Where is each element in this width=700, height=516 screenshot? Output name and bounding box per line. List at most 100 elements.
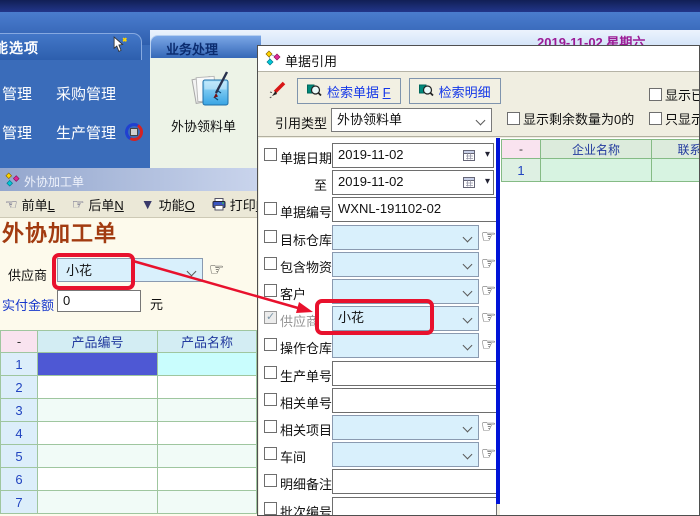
- field-input-doc-no[interactable]: WXNL-191102-02: [332, 197, 497, 222]
- checkbox-batch-no[interactable]: [264, 502, 277, 515]
- checkbox-show-zero[interactable]: 显示剩余数量为0的: [507, 109, 634, 128]
- currency-unit-label: 元: [150, 294, 163, 313]
- checkbox-related-project[interactable]: [264, 420, 277, 433]
- toolbar-item-label: 后单N: [88, 195, 123, 214]
- field-date-to-date[interactable]: 2019-11-02▾: [332, 170, 494, 195]
- field-select-include-material[interactable]: [332, 252, 479, 277]
- red-pen-icon[interactable]: [268, 79, 288, 104]
- field-select-related-project[interactable]: [332, 415, 479, 440]
- cell-product-code[interactable]: [38, 353, 158, 376]
- cell-product-name[interactable]: [158, 399, 257, 422]
- chevron-down-icon: [463, 341, 473, 351]
- tab-business-processing[interactable]: 业务处理: [150, 35, 261, 59]
- search-detail-button[interactable]: 检索明细: [409, 78, 501, 104]
- next-order-button[interactable]: ☞后单N: [72, 195, 124, 214]
- paid-amount-input[interactable]: 0: [57, 290, 141, 312]
- hand-picker-icon[interactable]: ☞: [481, 418, 496, 435]
- field-input-detail-note[interactable]: [332, 469, 497, 494]
- field-input-prod-order-no[interactable]: [332, 361, 497, 386]
- cell-product-code[interactable]: [38, 445, 158, 468]
- hand-picker-icon[interactable]: ☞: [481, 228, 496, 245]
- result-cell[interactable]: [541, 159, 652, 182]
- checkbox-related-no[interactable]: [264, 393, 277, 406]
- field-date-doc-date[interactable]: 2019-11-02▾: [332, 143, 494, 168]
- cell-product-name[interactable]: [158, 468, 257, 491]
- field-input-related-no[interactable]: [332, 388, 497, 413]
- menu-item-1-1[interactable]: 生产管理: [56, 122, 116, 143]
- checkbox-show-used[interactable]: 显示已: [649, 85, 700, 104]
- menu-item-0-1[interactable]: 采购管理: [56, 83, 116, 104]
- result-row-number[interactable]: 1: [501, 159, 541, 182]
- cell-product-name[interactable]: [158, 422, 257, 445]
- field-select-customer[interactable]: [332, 279, 479, 304]
- row-number[interactable]: 1: [0, 353, 38, 376]
- blue-splitter[interactable]: [496, 138, 500, 504]
- field-select-supplier[interactable]: 小花: [332, 306, 479, 331]
- checkbox[interactable]: [649, 88, 662, 101]
- cell-product-name[interactable]: [158, 353, 257, 376]
- outsource-requisition-icon[interactable]: [190, 70, 234, 121]
- prev-order-button[interactable]: ☜前单L: [5, 195, 55, 214]
- column-header-1[interactable]: 产品编号: [38, 331, 158, 353]
- field-select-target-warehouse[interactable]: [332, 225, 479, 250]
- field-label: 目标仓库: [280, 230, 332, 249]
- checkbox-op-warehouse[interactable]: [264, 338, 277, 351]
- result-column-header-1[interactable]: 企业名称: [541, 139, 652, 159]
- field-select-op-warehouse[interactable]: [332, 333, 479, 358]
- hand-picker-icon[interactable]: ☞: [209, 260, 224, 280]
- cell-product-name[interactable]: [158, 376, 257, 399]
- checkbox-target-warehouse[interactable]: [264, 230, 277, 243]
- shortcut-label[interactable]: 外协领料单: [150, 116, 257, 135]
- functions-button[interactable]: ▼功能O: [141, 195, 195, 214]
- hand-picker-icon[interactable]: ☞: [481, 255, 496, 272]
- result-column-header-0[interactable]: -: [501, 139, 541, 159]
- ref-type-select[interactable]: 外协领料单: [331, 108, 492, 132]
- cell-product-code[interactable]: [38, 422, 158, 445]
- work-window-titlebar[interactable]: 外协加工单: [0, 168, 257, 191]
- left-panel-menu: 管理采购管理管理生产管理: [0, 84, 150, 162]
- hand-picker-icon[interactable]: ☞: [481, 445, 496, 462]
- cell-product-code[interactable]: [38, 399, 158, 422]
- checkbox-customer[interactable]: [264, 284, 277, 297]
- menu-item-1-0[interactable]: 管理: [2, 122, 48, 143]
- cell-product-name[interactable]: [158, 491, 257, 514]
- checkbox-doc-date[interactable]: [264, 148, 277, 161]
- row-number[interactable]: 7: [0, 491, 38, 514]
- checkbox-workshop[interactable]: [264, 447, 277, 460]
- supplier-select[interactable]: 小花: [57, 258, 203, 282]
- checkbox-detail-note[interactable]: [264, 474, 277, 487]
- cell-product-name[interactable]: [158, 445, 257, 468]
- form-row-doc-no: 单据编号WXNL-191102-02: [259, 197, 497, 222]
- checkbox-supplier[interactable]: [264, 311, 277, 324]
- checkbox-only-show[interactable]: 只显示: [649, 109, 700, 128]
- checkbox-prod-order-no[interactable]: [264, 366, 277, 379]
- row-number[interactable]: 3: [0, 399, 38, 422]
- result-cell[interactable]: [652, 159, 700, 182]
- checkbox[interactable]: [507, 112, 520, 125]
- row-number[interactable]: 5: [0, 445, 38, 468]
- search-orders-button[interactable]: 检索单据 F: [297, 78, 401, 104]
- dialog-titlebar[interactable]: 单据引用: [258, 46, 699, 72]
- checkbox[interactable]: [649, 112, 662, 125]
- dropdown-arrow-icon: ▾: [485, 149, 490, 160]
- cell-product-code[interactable]: [38, 468, 158, 491]
- field-select-workshop[interactable]: [332, 442, 479, 467]
- hand-picker-icon[interactable]: ☞: [481, 309, 496, 326]
- menu-item-0-0[interactable]: 管理: [2, 83, 48, 104]
- field-input-batch-no[interactable]: [332, 497, 497, 516]
- hand-picker-icon[interactable]: ☞: [481, 336, 496, 353]
- row-number[interactable]: 6: [0, 468, 38, 491]
- hand-picker-icon[interactable]: ☞: [481, 282, 496, 299]
- column-header-0[interactable]: -: [0, 331, 38, 353]
- cell-product-code[interactable]: [38, 376, 158, 399]
- cell-product-code[interactable]: [38, 491, 158, 514]
- column-header-2[interactable]: 产品名称: [158, 331, 257, 353]
- checkbox-include-material[interactable]: [264, 257, 277, 270]
- row-number[interactable]: 4: [0, 422, 38, 445]
- field-label: 包含物资: [280, 257, 332, 276]
- result-column-header-2[interactable]: 联系: [652, 139, 700, 159]
- checkbox-doc-no[interactable]: [264, 202, 277, 215]
- work-window-title: 外协加工单: [24, 173, 84, 190]
- row-number[interactable]: 2: [0, 376, 38, 399]
- tab-title: 业务处理: [166, 39, 218, 58]
